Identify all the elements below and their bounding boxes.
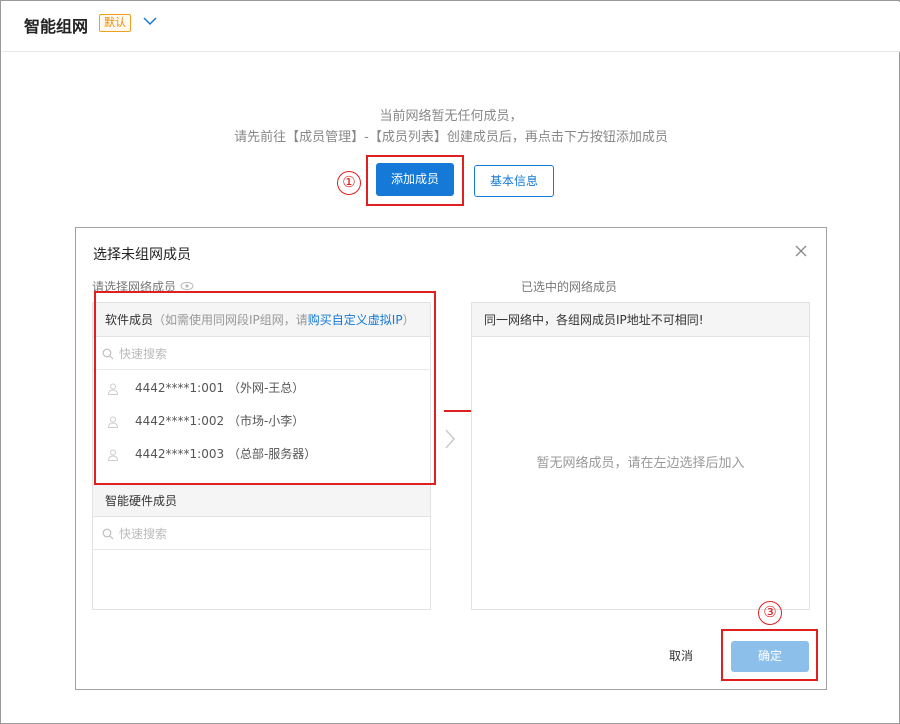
search-icon — [102, 528, 114, 540]
close-icon[interactable] — [794, 244, 808, 258]
ip-notice: 同一网络中，各组网成员IP地址不可相同! — [472, 303, 809, 337]
hardware-members-title: 智能硬件成员 — [105, 494, 178, 508]
highlight-box-step1 — [366, 155, 464, 206]
app-window: 智能组网 默认 当前网络暂无任何成员， 请先前往【成员管理】-【成员列表】创建成… — [0, 0, 900, 724]
network-name: 智能组网 — [24, 17, 89, 36]
step3-marker: ③ — [758, 601, 782, 625]
cancel-button[interactable]: 取消 — [656, 641, 706, 671]
eye-icon[interactable] — [180, 281, 194, 291]
basic-info-button[interactable]: 基本信息 — [474, 165, 554, 197]
modal-title: 选择未组网成员 — [93, 247, 191, 263]
default-badge: 默认 — [99, 14, 131, 32]
highlight-box-software-members — [94, 291, 436, 485]
right-panel-label: 已选中的网络成员 — [521, 280, 618, 294]
hardware-search-placeholder: 快速搜索 — [119, 527, 168, 541]
hardware-members-header: 智能硬件成员 — [93, 483, 430, 517]
hardware-search-input[interactable]: 快速搜索 — [93, 518, 430, 550]
step1-marker: ① — [337, 171, 361, 195]
empty-message-line2: 请先前往【成员管理】-【成员列表】创建成员后，再点击下方按钮添加成员 — [234, 130, 668, 145]
chevron-down-icon[interactable] — [141, 12, 159, 30]
right-empty-text: 暂无网络成员，请在左边选择后加入 — [536, 456, 745, 471]
highlight-box-step3 — [721, 629, 818, 681]
chevron-right-icon[interactable] — [442, 427, 458, 451]
network-header: 智能组网 默认 — [2, 2, 900, 52]
empty-message-line1: 当前网络暂无任何成员， — [379, 109, 523, 124]
